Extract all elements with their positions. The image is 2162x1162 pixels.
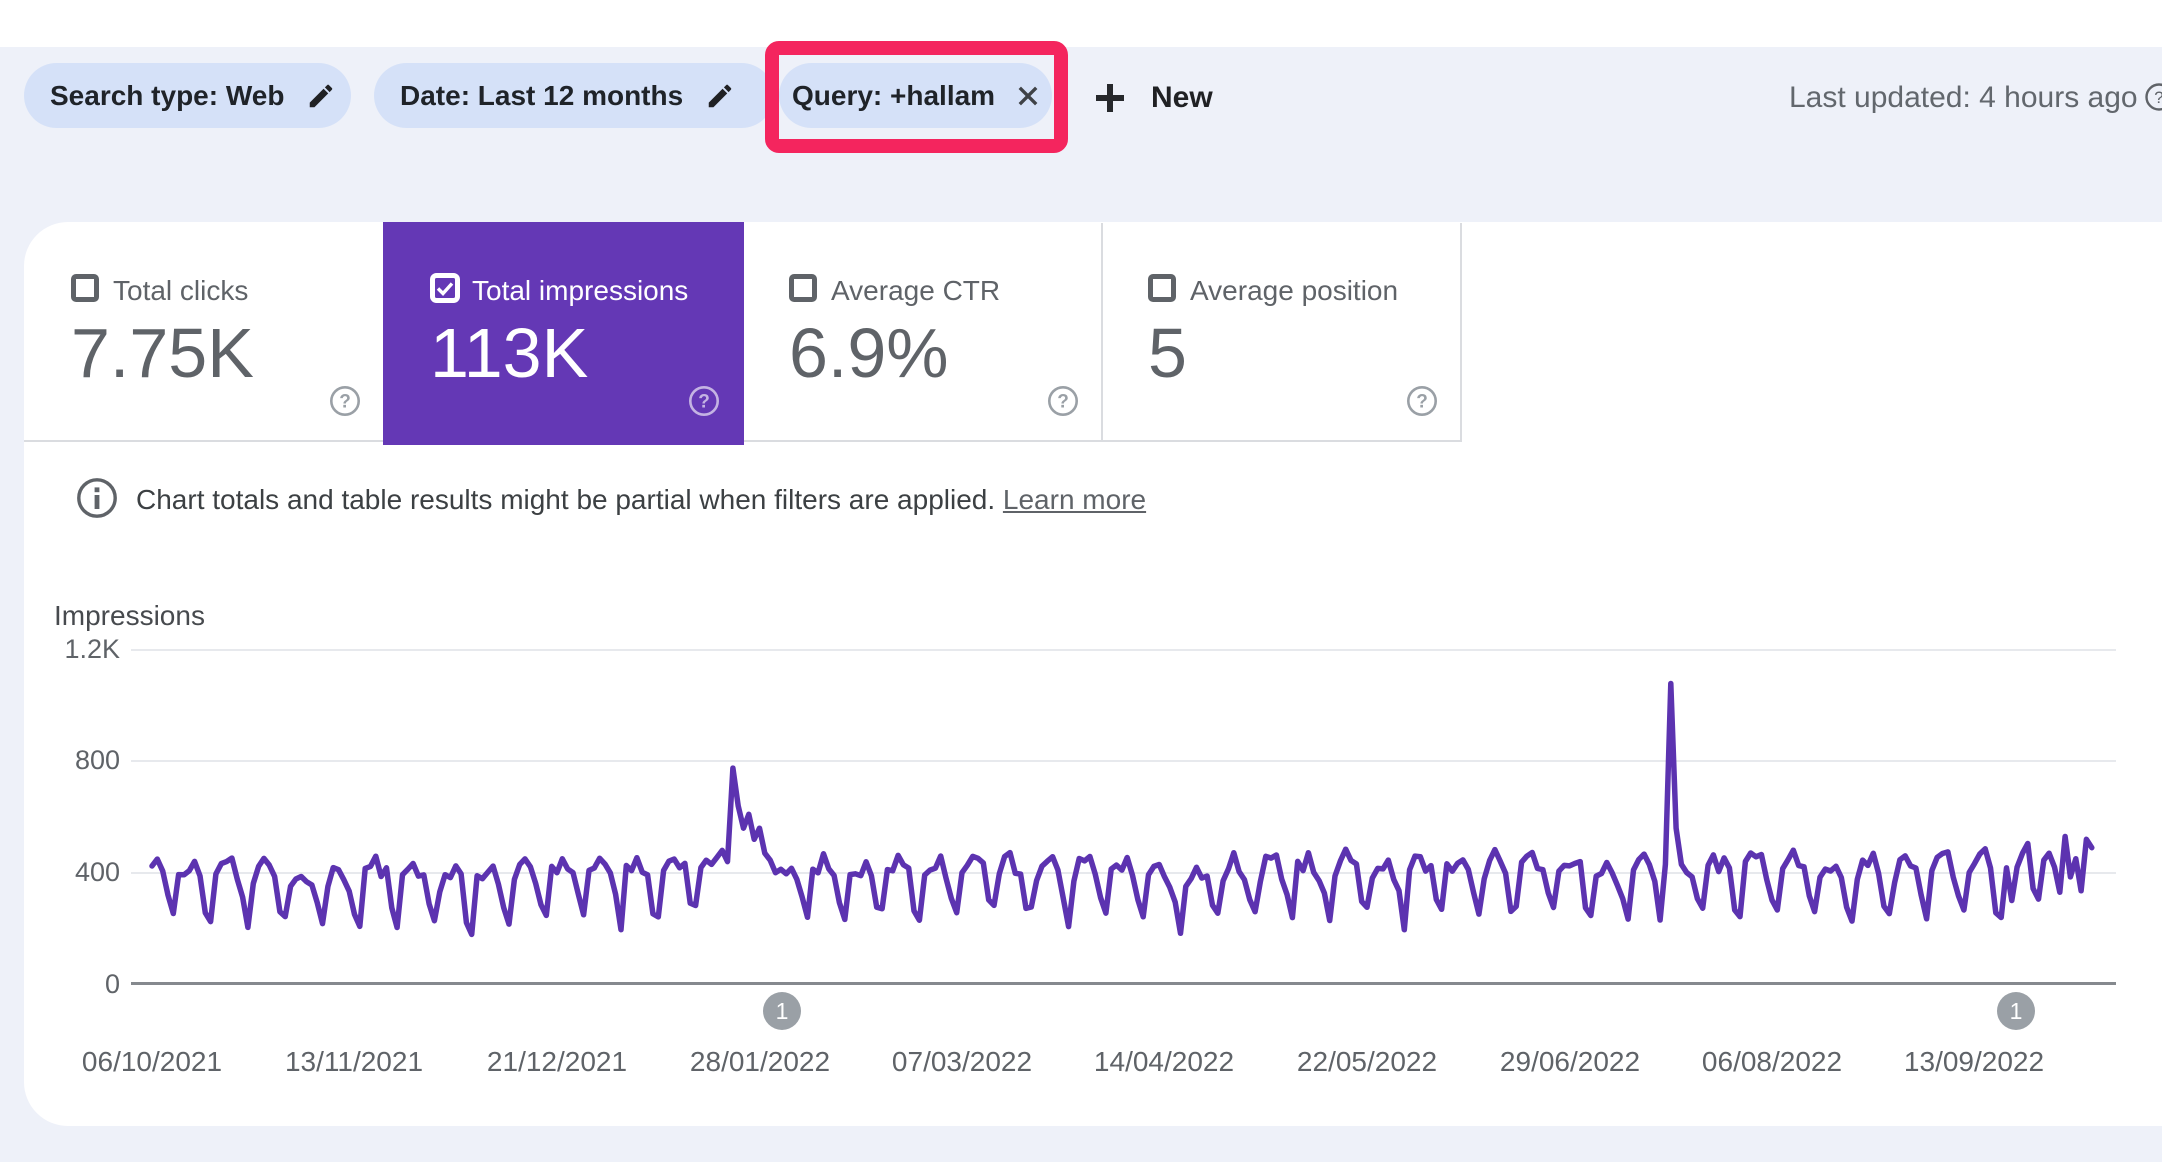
svg-text:1: 1 — [776, 998, 789, 1024]
svg-text:1: 1 — [2010, 998, 2023, 1024]
